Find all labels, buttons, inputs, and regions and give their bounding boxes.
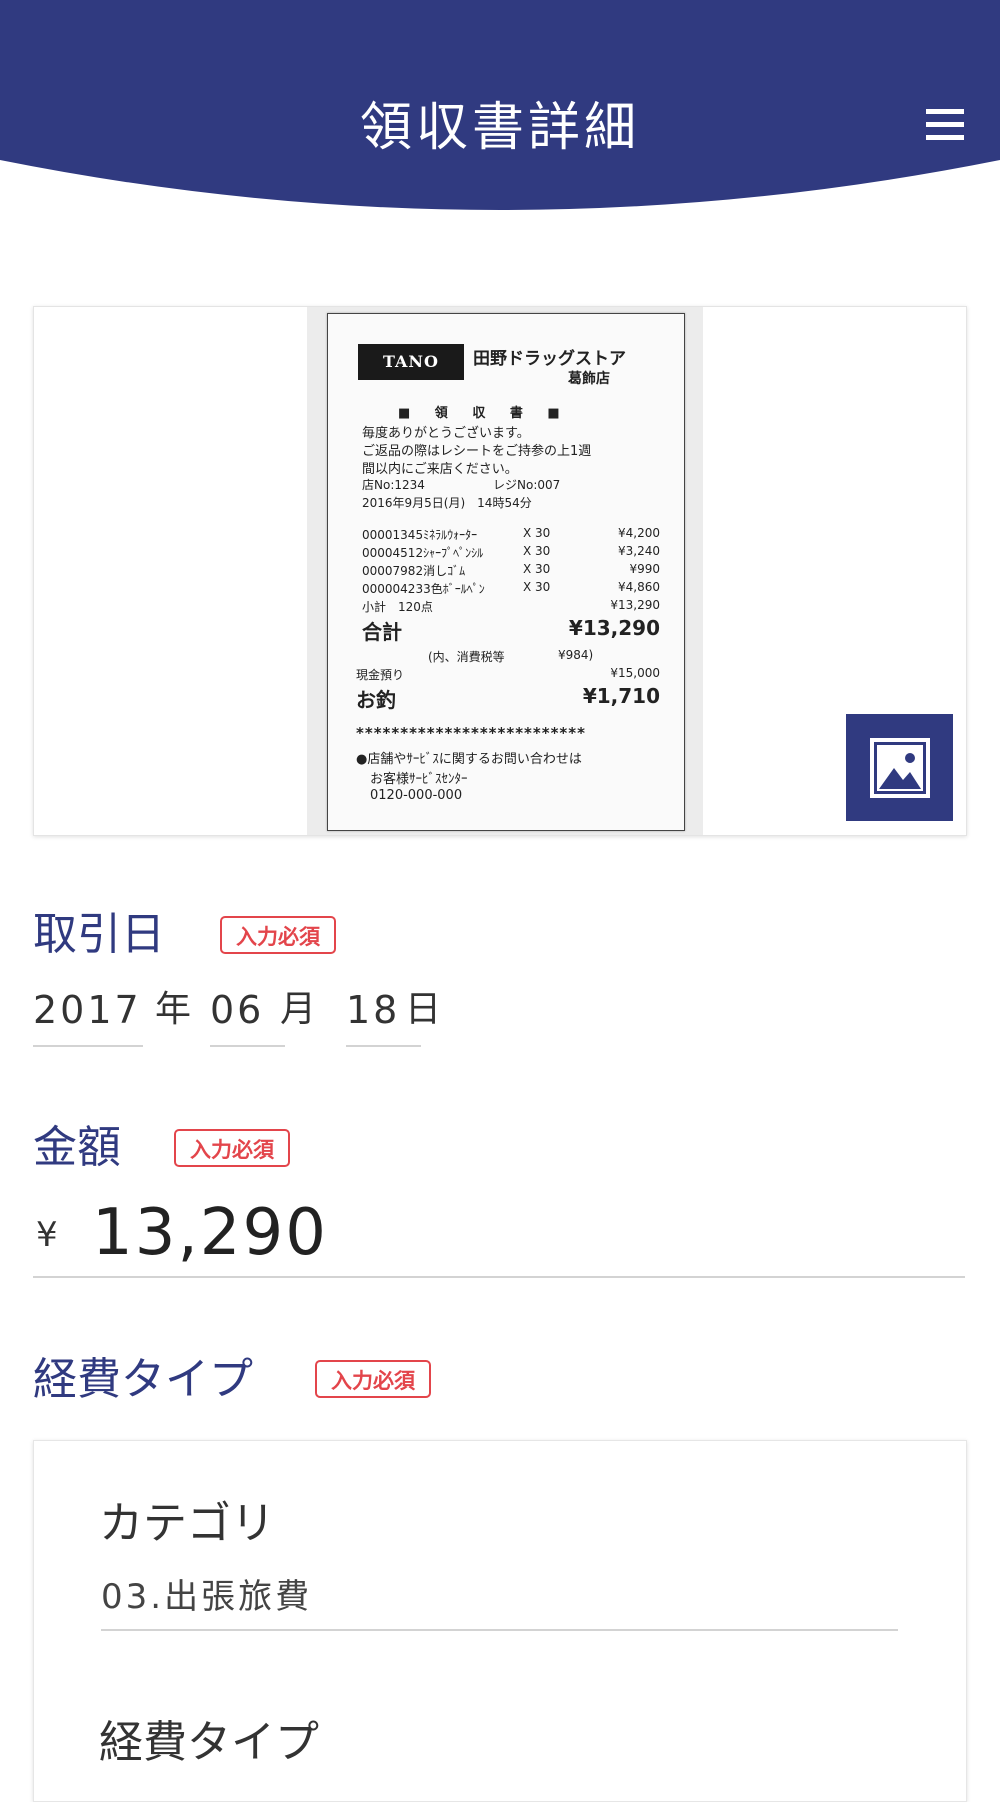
receipt-item-price: ¥3,240 xyxy=(618,544,660,558)
month-underline xyxy=(210,1045,285,1047)
year-underline xyxy=(33,1045,143,1047)
receipt-item-price: ¥4,860 xyxy=(618,580,660,594)
receipt-separator: ************************** xyxy=(356,724,586,742)
receipt-store-name: 田野ドラッグストア xyxy=(473,349,626,369)
receipt-branch: 葛飾店 xyxy=(568,371,610,387)
receipt-subtotal-label: 小計 120点 xyxy=(362,600,433,614)
receipt-logo: TANO xyxy=(358,344,464,380)
expense-type-field-label: 経費タイプ xyxy=(99,1717,319,1768)
receipt-cash-label: 現金預り xyxy=(356,668,405,682)
required-badge: 入力必須 xyxy=(315,1360,431,1398)
image-icon xyxy=(870,738,930,798)
expense-type-label: 経費タイプ xyxy=(33,1354,253,1405)
receipt-item-name: 000004233色ﾎﾞｰﾙﾍﾟﾝ xyxy=(362,582,485,596)
required-badge: 入力必須 xyxy=(174,1129,290,1167)
hamburger-menu-icon[interactable] xyxy=(920,103,970,147)
receipt-greeting-2: ご返品の際はレシートをご持参の上1週 xyxy=(362,444,592,459)
expense-type-card: カテゴリ 03.出張旅費 経費タイプ xyxy=(33,1440,967,1802)
receipt-heading: ■ 領 収 書 ■ xyxy=(398,406,570,421)
transaction-date-label: 取引日 xyxy=(33,909,165,960)
receipt-item-price: ¥990 xyxy=(629,562,660,576)
receipt-inquiry-1: ●店舗やｻｰﾋﾞｽに関するお問い合わせは xyxy=(356,752,582,767)
day-input[interactable]: 18 xyxy=(346,984,400,1036)
currency-symbol: ¥ xyxy=(36,1215,58,1255)
receipt-subtotal-value: ¥13,290 xyxy=(610,598,660,612)
month-input[interactable]: 06 xyxy=(210,984,264,1036)
amount-label: 金額 xyxy=(33,1122,121,1173)
view-image-button[interactable] xyxy=(846,714,953,821)
receipt-item-name: 00001345ﾐﾈﾗﾙｳｫｰﾀｰ xyxy=(362,528,478,542)
receipt-inquiry-2: お客様ｻｰﾋﾞｽｾﾝﾀｰ xyxy=(370,772,468,787)
page-title: 領収書詳細 xyxy=(359,98,640,158)
receipt-tax-label: (内、消費税等 xyxy=(428,650,505,664)
receipt-photo: TANO 田野ドラッグストア 葛飾店 ■ 領 収 書 ■ 毎度ありがとうございま… xyxy=(307,307,703,835)
amount-underline xyxy=(33,1276,965,1278)
receipt-item-name: 00004512ｼｬｰﾌﾟﾍﾟﾝｼﾙ xyxy=(362,546,484,560)
month-unit: 月 xyxy=(280,989,317,1030)
receipt-cash-value: ¥15,000 xyxy=(610,666,660,680)
receipt-item-name: 00007982消しｺﾞﾑ xyxy=(362,564,466,578)
receipt-datetime: 2016年9月5日(月) 14時54分 xyxy=(362,496,532,510)
day-underline xyxy=(346,1045,421,1047)
category-select[interactable]: 03.出張旅費 xyxy=(101,1569,312,1618)
category-label: カテゴリ xyxy=(99,1498,275,1549)
receipt-paper: TANO 田野ドラッグストア 葛飾店 ■ 領 収 書 ■ 毎度ありがとうございま… xyxy=(327,313,685,831)
app-header: 領収書詳細 xyxy=(0,0,1000,230)
receipt-greeting-1: 毎度ありがとうございます。 xyxy=(362,426,530,441)
receipt-item-price: ¥4,200 xyxy=(618,526,660,540)
category-underline xyxy=(101,1629,898,1631)
required-badge: 入力必須 xyxy=(220,916,336,954)
receipt-image-card[interactable]: TANO 田野ドラッグストア 葛飾店 ■ 領 収 書 ■ 毎度ありがとうございま… xyxy=(33,306,967,836)
receipt-item-qty: X 30 xyxy=(523,544,551,558)
year-input[interactable]: 2017 xyxy=(33,984,142,1036)
receipt-total-label: 合計 xyxy=(362,620,402,644)
receipt-item-qty: X 30 xyxy=(523,526,551,540)
receipt-tax-value: ¥984) xyxy=(558,648,594,662)
year-unit: 年 xyxy=(155,989,192,1030)
receipt-store-no: 店No:1234 xyxy=(362,478,425,492)
receipt-total-value: ¥13,290 xyxy=(568,616,660,640)
receipt-change-label: お釣 xyxy=(356,688,396,712)
receipt-item-qty: X 30 xyxy=(523,562,551,576)
day-unit: 日 xyxy=(405,989,442,1030)
amount-input[interactable]: 13,290 xyxy=(92,1193,328,1273)
receipt-greeting-3: 間以内にご来店ください。 xyxy=(362,462,518,477)
receipt-register-no: レジNo:007 xyxy=(493,478,561,492)
receipt-phone: 0120-000-000 xyxy=(370,788,463,803)
receipt-item-qty: X 30 xyxy=(523,580,551,594)
receipt-change-value: ¥1,710 xyxy=(582,684,660,708)
